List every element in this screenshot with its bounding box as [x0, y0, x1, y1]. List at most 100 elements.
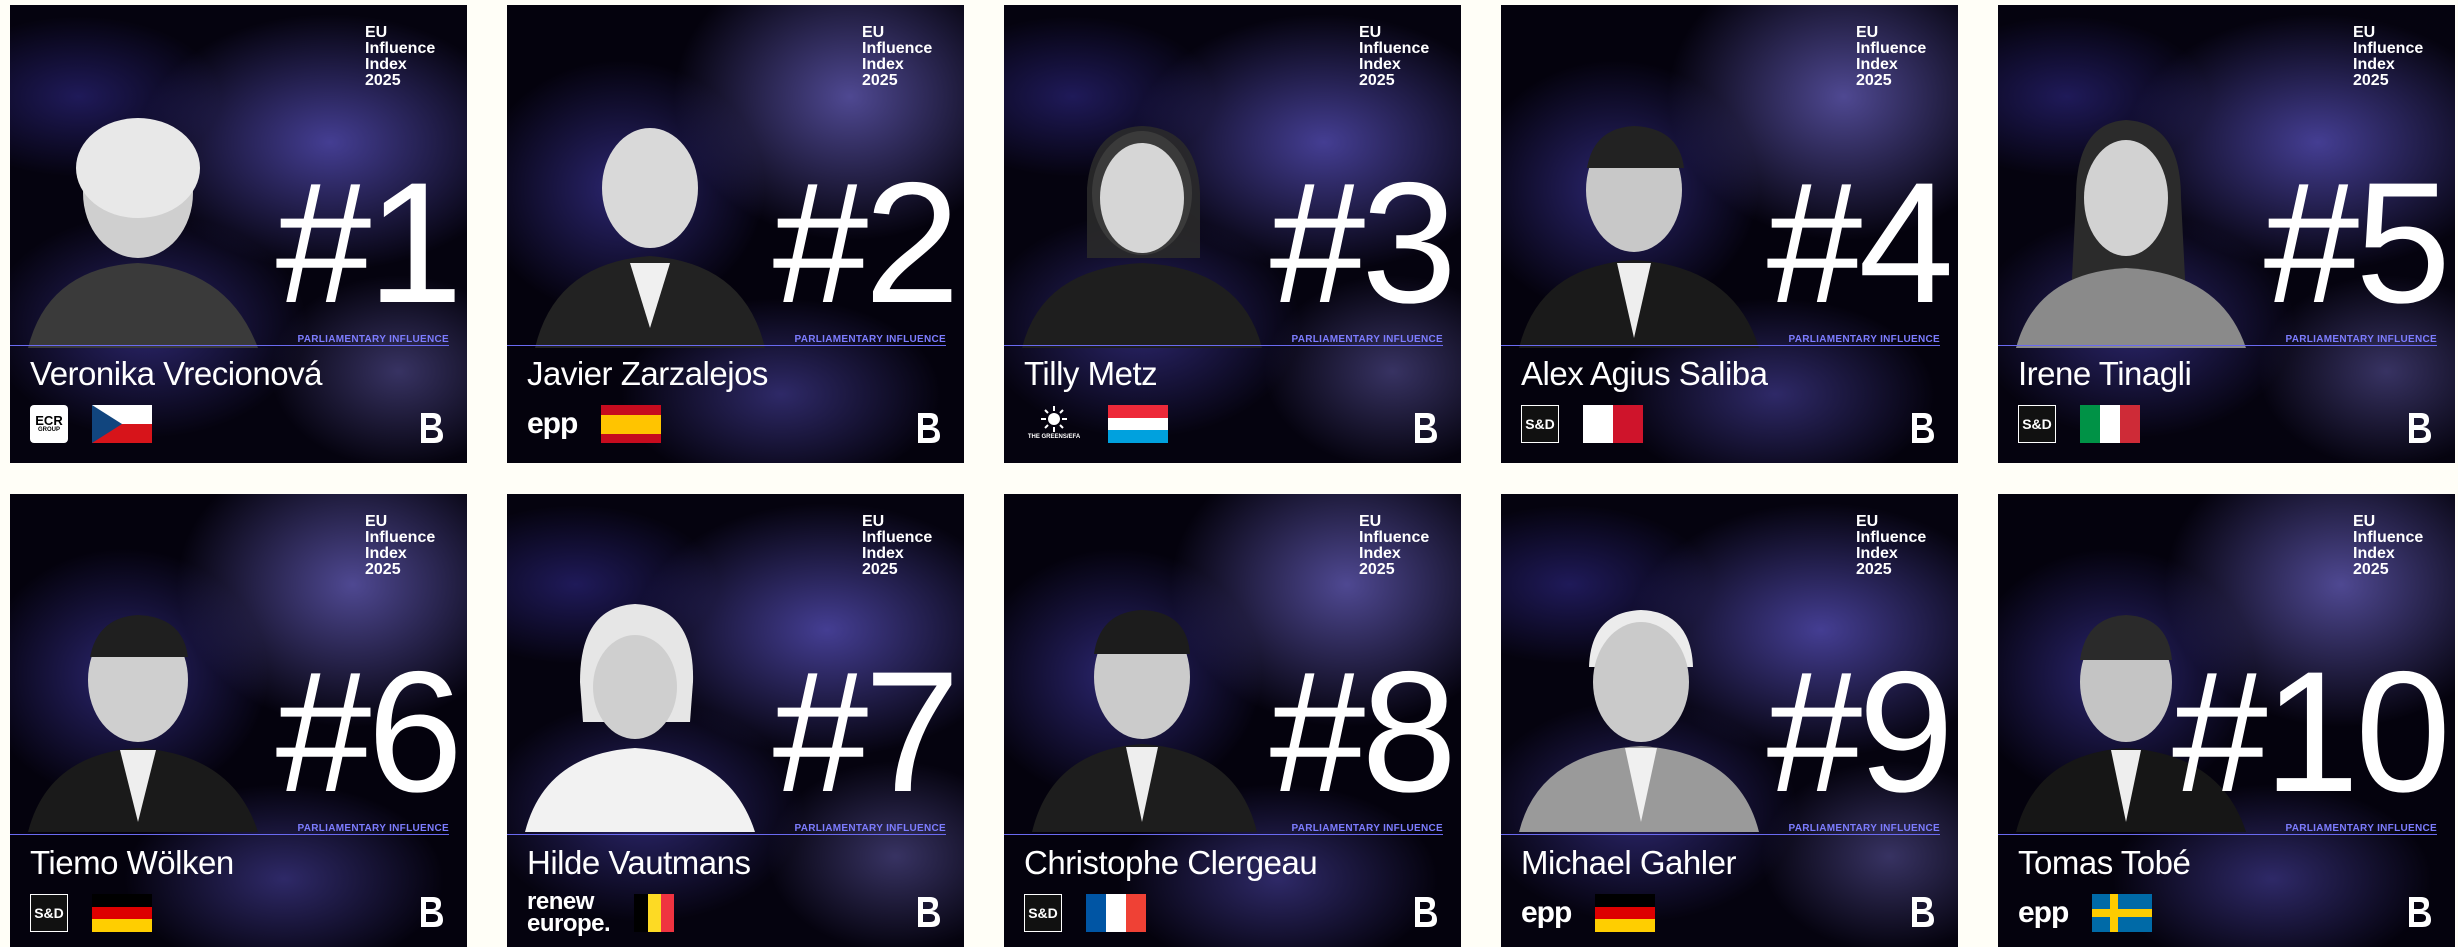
rank-number: #9 [1766, 636, 1954, 828]
eu-influence-index-label: EU Influence Index 2025 [365, 24, 436, 89]
mep-name: Tilly Metz [1024, 355, 1158, 392]
mep-name: Javier Zarzalejos [527, 355, 768, 392]
rank-number: #6 [275, 636, 463, 828]
divider-line [1998, 345, 2437, 346]
portrait-photo [525, 582, 775, 832]
mep-name: Alex Agius Saliba [1521, 355, 1768, 392]
ranking-card-8[interactable]: EU Influence Index 2025 #8 PARLIAMENTARY IN… [1004, 494, 1461, 947]
divider-line [1004, 834, 1443, 835]
divider-line [10, 345, 449, 346]
eu-influence-index-label: EU Influence Index 2025 [862, 513, 933, 578]
category-label: PARLIAMENTARY INFLUENCE [2285, 823, 2437, 834]
divider-line [1501, 834, 1940, 835]
brand-b-logo-icon [1409, 409, 1441, 447]
divider-line [507, 345, 946, 346]
party-row: S&D [1521, 402, 1643, 446]
mep-name: Veronika Vrecionová [30, 355, 322, 392]
portrait-photo [28, 98, 278, 348]
brand-b-logo-icon [1409, 893, 1441, 931]
rank-number: #2 [772, 147, 960, 339]
sd-logo: S&D [1024, 894, 1062, 932]
brand-b-logo-icon [415, 409, 447, 447]
party-row: epp [1521, 891, 1656, 935]
category-label: PARLIAMENTARY INFLUENCE [794, 823, 946, 834]
divider-line [1998, 834, 2437, 835]
mep-name: Michael Gahler [1521, 844, 1736, 881]
category-label: PARLIAMENTARY INFLUENCE [297, 334, 449, 345]
category-label: PARLIAMENTARY INFLUENCE [794, 334, 946, 345]
sd-logo: S&D [2018, 405, 2056, 443]
rank-number: #5 [2263, 147, 2451, 339]
eu-influence-index-label: EU Influence Index 2025 [1359, 513, 1430, 578]
party-row: S&D [2018, 402, 2140, 446]
ranking-card-9[interactable]: EU Influence Index 2025 #9 PARLIAMENTARY IN… [1501, 494, 1958, 947]
ranking-card-3[interactable]: EU Influence Index 2025 #3 PARLIAMENTARY IN… [1004, 5, 1461, 463]
portrait-photo [1519, 98, 1769, 348]
epp-logo: epp [2018, 896, 2069, 929]
epp-logo: epp [527, 407, 578, 440]
divider-line [1501, 345, 1940, 346]
brand-b-logo-icon [912, 409, 944, 447]
portrait-photo [28, 582, 278, 832]
portrait-photo [1519, 582, 1769, 832]
mep-name: Irene Tinagli [2018, 355, 2192, 392]
eu-influence-index-label: EU Influence Index 2025 [365, 513, 436, 578]
rank-number: #1 [275, 147, 463, 339]
ranking-card-7[interactable]: EU Influence Index 2025 #7 PARLIAMENTARY IN… [507, 494, 964, 947]
epp-logo: epp [1521, 896, 1572, 929]
brand-b-logo-icon [2403, 893, 2435, 931]
eu-influence-index-label: EU Influence Index 2025 [2353, 513, 2424, 578]
divider-line [507, 834, 946, 835]
ranking-card-2[interactable]: EU Influence Index 2025 #2 PARLIAMENTARY IN… [507, 5, 964, 463]
party-row: THE GREENS/EFA [1024, 402, 1168, 446]
ranking-card-1[interactable]: EU Influence Index 2025 #1 PARLIAMENTARY IN… [10, 5, 467, 463]
divider-line [1004, 345, 1443, 346]
french-flag [1086, 894, 1146, 932]
ranking-card-10[interactable]: EU Influence Index 2025 #10 PARLIAMENTARY I… [1998, 494, 2455, 947]
party-row: renew europe. [527, 888, 675, 937]
eu-influence-index-label: EU Influence Index 2025 [1856, 24, 1927, 89]
party-row: S&D [1024, 891, 1146, 935]
category-label: PARLIAMENTARY INFLUENCE [1788, 823, 1940, 834]
brand-b-logo-icon [1906, 893, 1938, 931]
luxembourg-flag [1108, 405, 1168, 443]
party-row: epp [527, 402, 662, 446]
category-label: PARLIAMENTARY INFLUENCE [1291, 334, 1443, 345]
german-flag [92, 894, 152, 932]
brand-b-logo-icon [415, 893, 447, 931]
ranking-card-5[interactable]: EU Influence Index 2025 #5 PARLIAMENTARY IN… [1998, 5, 2455, 463]
divider-line [10, 834, 449, 835]
rank-number: #3 [1269, 147, 1457, 339]
ecr-logo: ECR GROUP [30, 405, 68, 443]
party-row: S&D [30, 891, 152, 935]
category-label: PARLIAMENTARY INFLUENCE [297, 823, 449, 834]
czech-flag [92, 405, 152, 443]
sd-logo: S&D [30, 894, 68, 932]
mep-name: Tiemo Wölken [30, 844, 234, 881]
party-row: ECR GROUP [30, 402, 152, 446]
category-label: PARLIAMENTARY INFLUENCE [1788, 334, 1940, 345]
rank-number: #7 [772, 636, 960, 828]
renew-europe-logo: renew europe. [527, 888, 611, 937]
brand-b-logo-icon [912, 893, 944, 931]
portrait-photo [2016, 98, 2266, 348]
spanish-flag [601, 405, 662, 443]
party-row: epp [2018, 891, 2153, 935]
category-label: PARLIAMENTARY INFLUENCE [1291, 823, 1443, 834]
italian-flag [2080, 405, 2140, 443]
rank-number: #10 [2172, 636, 2451, 828]
portrait-photo [525, 98, 775, 348]
ranking-card-6[interactable]: EU Influence Index 2025 #6 PARLIAMENTARY IN… [10, 494, 467, 947]
eu-influence-index-label: EU Influence Index 2025 [2353, 24, 2424, 89]
eu-influence-index-label: EU Influence Index 2025 [862, 24, 933, 89]
swedish-flag [2092, 894, 2153, 932]
mep-name: Hilde Vautmans [527, 844, 751, 881]
ranking-card-4[interactable]: EU Influence Index 2025 #4 PARLIAMENTARY IN… [1501, 5, 1958, 463]
maltese-flag [1583, 405, 1643, 443]
eu-influence-index-label: EU Influence Index 2025 [1359, 24, 1430, 89]
belgian-flag [634, 894, 675, 932]
category-label: PARLIAMENTARY INFLUENCE [2285, 334, 2437, 345]
brand-b-logo-icon [1906, 409, 1938, 447]
mep-name: Christophe Clergeau [1024, 844, 1318, 881]
mep-name: Tomas Tobé [2018, 844, 2191, 881]
